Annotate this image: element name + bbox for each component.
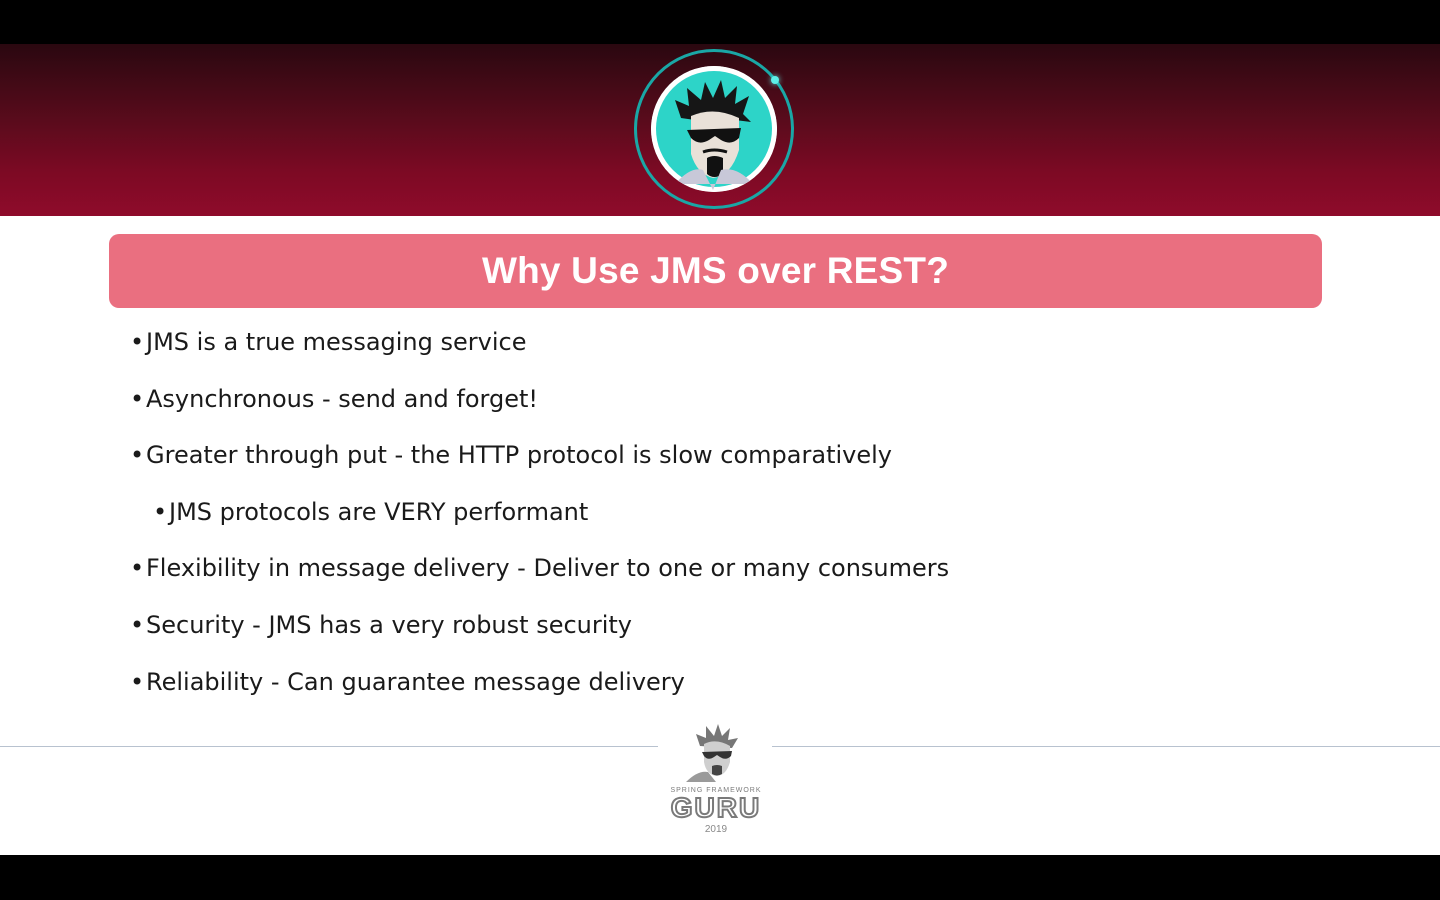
presentation-slide: Why Use JMS over REST? •JMS is a true me… xyxy=(0,44,1440,855)
footer-divider-right xyxy=(772,746,1440,747)
bullet-item: •Asynchronous - send and forget! xyxy=(130,381,949,438)
guru-mascot-icon xyxy=(686,724,738,782)
bullet-glyph: • xyxy=(130,610,145,639)
title-bar: Why Use JMS over REST? xyxy=(109,234,1322,308)
bullet-item: •Reliability - Can guarantee message del… xyxy=(130,664,949,721)
bullet-glyph: • xyxy=(153,497,168,526)
bullet-glyph: • xyxy=(130,667,145,696)
bullet-item: •Flexibility in message delivery - Deliv… xyxy=(130,550,949,607)
brand-year: 2019 xyxy=(704,824,728,835)
header-banner xyxy=(0,44,1440,216)
bullet-glyph: • xyxy=(130,328,145,356)
bullet-item: •Greater through put - the HTTP protocol… xyxy=(130,437,949,494)
ring-dot xyxy=(771,76,779,84)
bullet-list: •JMS is a true messaging service •Asynch… xyxy=(130,324,949,720)
brand-text: GURU xyxy=(670,792,762,823)
bullet-item: •Security - JMS has a very robust securi… xyxy=(130,607,949,664)
bullet-glyph: • xyxy=(130,441,145,470)
footer-divider-left xyxy=(0,746,658,747)
sub-bullet-item: •JMS protocols are VERY performant xyxy=(130,494,949,551)
guru-avatar-icon xyxy=(651,66,777,192)
slide-title: Why Use JMS over REST? xyxy=(481,250,949,291)
spring-framework-guru-logo: SPRING FRAMEWORK GURU 2019 xyxy=(660,720,772,842)
bullet-glyph: • xyxy=(130,384,145,413)
avatar-ring xyxy=(634,49,794,209)
bullet-glyph: • xyxy=(130,554,145,583)
bullet-item: •JMS is a true messaging service xyxy=(130,324,949,381)
